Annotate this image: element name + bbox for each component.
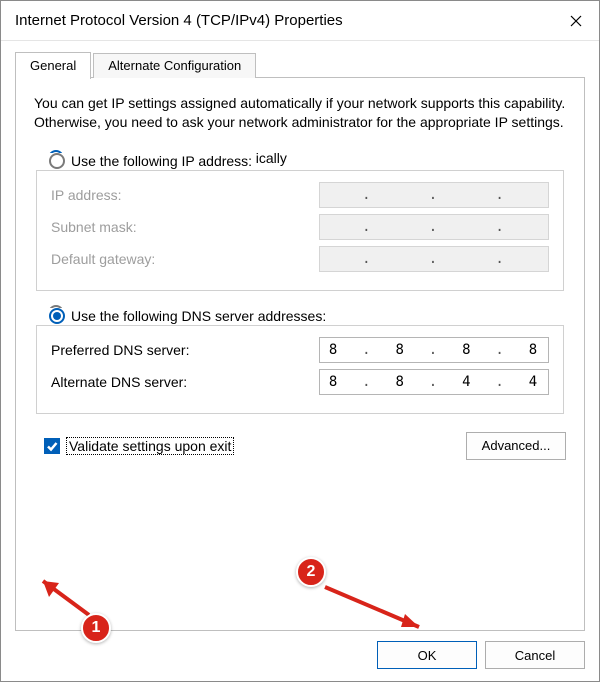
dns-server-group: Use the following DNS server addresses: … <box>36 325 564 414</box>
properties-dialog: Internet Protocol Version 4 (TCP/IPv4) P… <box>0 0 600 682</box>
radio-label: Use the following IP address: <box>71 153 252 169</box>
alternate-dns-input[interactable]: 8.8.4.4 <box>319 369 549 395</box>
close-button[interactable] <box>553 1 599 41</box>
default-gateway-label: Default gateway: <box>51 251 319 267</box>
ok-button[interactable]: OK <box>377 641 477 669</box>
validate-settings-label: Validate settings upon exit <box>66 437 234 455</box>
checkbox-icon <box>44 438 60 454</box>
ip-address-group: Use the following IP address: IP address… <box>36 170 564 291</box>
radio-use-following-dns[interactable]: Use the following DNS server addresses: <box>45 308 330 324</box>
subnet-mask-label: Subnet mask: <box>51 219 319 235</box>
alternate-dns-label: Alternate DNS server: <box>51 374 319 390</box>
validate-settings-checkbox[interactable]: Validate settings upon exit <box>44 437 234 455</box>
annotation-badge-1: 1 <box>81 613 111 643</box>
close-icon <box>570 15 582 27</box>
preferred-dns-input[interactable]: 8.8.8.8 <box>319 337 549 363</box>
radio-use-following-ip[interactable]: Use the following IP address: <box>45 153 256 169</box>
preferred-dns-label: Preferred DNS server: <box>51 342 319 358</box>
radio-icon <box>49 308 65 324</box>
tab-alternate[interactable]: Alternate Configuration <box>93 53 256 78</box>
dialog-body: General Alternate Configuration You can … <box>1 41 599 681</box>
default-gateway-input: ... <box>319 246 549 272</box>
description-text: You can get IP settings assigned automat… <box>34 94 566 132</box>
tab-general[interactable]: General <box>15 52 91 79</box>
radio-icon <box>49 153 65 169</box>
tab-panel-general: You can get IP settings assigned automat… <box>15 77 585 631</box>
ip-address-label: IP address: <box>51 187 319 203</box>
ip-address-input: ... <box>319 182 549 208</box>
advanced-button[interactable]: Advanced... <box>466 432 566 460</box>
annotation-badge-2: 2 <box>296 557 326 587</box>
window-title: Internet Protocol Version 4 (TCP/IPv4) P… <box>15 12 343 29</box>
radio-label: Use the following DNS server addresses: <box>71 308 326 324</box>
titlebar: Internet Protocol Version 4 (TCP/IPv4) P… <box>1 1 599 41</box>
cancel-button[interactable]: Cancel <box>485 641 585 669</box>
tabstrip: General Alternate Configuration <box>15 51 585 78</box>
annotation-arrow-2 <box>319 581 439 641</box>
subnet-mask-input: ... <box>319 214 549 240</box>
